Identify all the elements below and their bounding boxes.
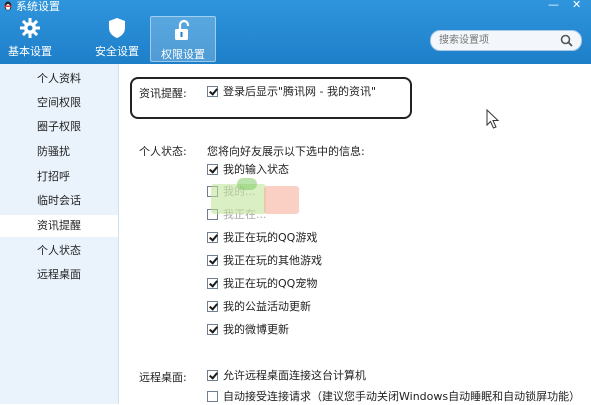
search-input[interactable] (439, 33, 549, 47)
status-option[interactable]: 我正在玩的其他游戏 (207, 253, 322, 269)
sidebar-item-remote-desktop[interactable]: 远程桌面 (0, 264, 118, 286)
tab-basic-settings[interactable]: 基本设置 (0, 14, 60, 60)
option-label: 登录后显示"腾讯网 - 我的资讯" (223, 85, 377, 98)
remote-section-label: 远程桌面: (139, 371, 187, 384)
checkbox[interactable] (207, 163, 218, 175)
sidebar-item-anti-harassment[interactable]: 防骚扰 (0, 141, 118, 163)
news-option[interactable]: 登录后显示"腾讯网 - 我的资讯" (207, 84, 376, 100)
checkbox[interactable] (207, 208, 218, 220)
checkbox[interactable] (207, 277, 218, 289)
option-label: 我正在玩的其他游戏 (223, 254, 322, 267)
status-description: 您将向好友展示以下选中的信息: (207, 145, 365, 158)
shield-icon (109, 18, 125, 38)
mouse-cursor-icon (486, 109, 500, 129)
qq-penguin-icon (4, 1, 12, 11)
search-icon[interactable] (560, 34, 573, 47)
unlock-icon (175, 19, 190, 40)
minimize-button[interactable]: — (548, 0, 559, 11)
status-section-label: 个人状态: (139, 145, 187, 158)
sidebar-item-space-permission[interactable]: 空间权限 (0, 92, 118, 114)
option-label: 我正在玩的QQ游戏 (223, 231, 318, 244)
news-section-label: 资讯提醒: (139, 87, 187, 100)
sidebar-item-temp-chat[interactable]: 临时会话 (0, 190, 118, 212)
tab-label: 安全设置 (95, 45, 139, 58)
option-label: 自动接受连接请求（建议您手动关闭Windows自动睡眠和自动锁屏功能） (223, 390, 581, 403)
checkbox[interactable] (207, 369, 218, 381)
checkbox[interactable] (207, 185, 218, 197)
remote-option[interactable]: 自动接受连接请求（建议您手动关闭Windows自动睡眠和自动锁屏功能） (207, 389, 580, 405)
settings-content: 资讯提醒: 登录后显示"腾讯网 - 我的资讯" 个人状态: 您将向好友展示以下选… (119, 64, 591, 404)
sidebar-item-circle-permission[interactable]: 圈子权限 (0, 116, 118, 138)
tab-label: 基本设置 (8, 45, 52, 58)
sidebar-item-greeting[interactable]: 打招呼 (0, 166, 118, 188)
checkbox[interactable] (207, 231, 218, 243)
option-label: 我正在... (223, 208, 267, 221)
option-label: 我的公益活动更新 (223, 300, 311, 313)
status-option[interactable]: 我正在... (207, 207, 267, 223)
status-option[interactable]: 我的公益活动更新 (207, 299, 311, 315)
search-box[interactable] (430, 30, 582, 51)
status-option[interactable]: 我正在玩的QQ游戏 (207, 230, 317, 246)
sidebar-item-news-reminder[interactable]: 资讯提醒 (0, 215, 118, 237)
status-option[interactable]: 我的微博更新 (207, 322, 289, 338)
option-label: 我的微博更新 (223, 323, 289, 336)
tab-security-settings[interactable]: 安全设置 (88, 14, 146, 60)
remote-option[interactable]: 允许远程桌面连接这台计算机 (207, 368, 366, 384)
sidebar-item-personal-status[interactable]: 个人状态 (0, 240, 118, 262)
header: 系统设置 — ✕ 基本设置 安全设置 权限设置 搜索设置项 (0, 0, 591, 64)
tab-permission-settings[interactable]: 权限设置 (150, 16, 216, 62)
window-title: 系统设置 (16, 0, 60, 13)
status-option[interactable]: 我正在玩的QQ宠物 (207, 276, 317, 292)
option-label: 允许远程桌面连接这台计算机 (223, 369, 366, 382)
option-label: 我的... (223, 185, 256, 198)
checkbox[interactable] (207, 323, 218, 335)
checkbox[interactable] (207, 254, 218, 266)
checkbox[interactable] (207, 85, 218, 97)
checkbox[interactable] (207, 390, 218, 402)
gear-icon (20, 18, 40, 38)
option-label: 我正在玩的QQ宠物 (223, 277, 318, 290)
checkbox[interactable] (207, 300, 218, 312)
tab-label: 权限设置 (161, 48, 205, 61)
close-button[interactable]: ✕ (572, 0, 581, 11)
sidebar-item-profile[interactable]: 个人资料 (0, 68, 118, 90)
title-bar: 系统设置 — ✕ (0, 0, 591, 13)
status-option[interactable]: 我的输入状态 (207, 162, 289, 178)
option-label: 我的输入状态 (223, 163, 289, 176)
sidebar: 个人资料 空间权限 圈子权限 防骚扰 打招呼 临时会话 资讯提醒 个人状态 远程… (0, 64, 119, 404)
status-option[interactable]: 我的... (207, 184, 256, 200)
